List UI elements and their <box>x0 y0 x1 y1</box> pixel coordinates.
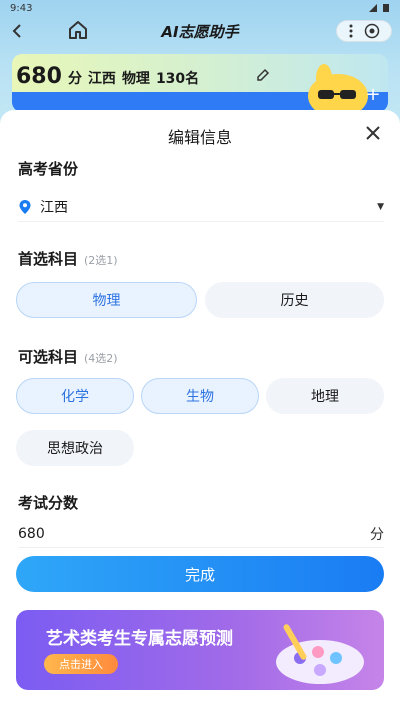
chip-politics[interactable]: 思想政治 <box>16 430 134 466</box>
optional-title-text: 可选科目 <box>18 348 79 366</box>
optional-section-title: 可选科目 (4选2) <box>18 346 118 367</box>
signal-icon <box>369 4 377 12</box>
score-summary: 680 分 江西 物理 130名 <box>16 64 199 89</box>
edit-icon[interactable] <box>256 68 270 82</box>
status-time: 9:43 <box>10 2 33 14</box>
score-input-row: 分 <box>18 520 384 548</box>
close-miniprogram-icon[interactable] <box>364 23 380 39</box>
more-icon[interactable] <box>349 24 353 38</box>
chip-label: 思想政治 <box>47 441 103 457</box>
caret-down-icon: ▼ <box>377 201 384 212</box>
chip-physics[interactable]: 物理 <box>16 282 197 318</box>
done-button[interactable]: 完成 <box>16 556 384 592</box>
battery-icon <box>383 4 389 12</box>
required-title-text: 首选科目 <box>18 250 79 268</box>
required-section-title: 首选科目 (2选1) <box>18 248 118 269</box>
chip-label: 地理 <box>311 389 339 405</box>
score-input[interactable] <box>18 525 370 542</box>
chip-geography[interactable]: 地理 <box>266 378 384 414</box>
optional-hint: (4选2) <box>84 352 118 365</box>
close-icon <box>366 126 380 140</box>
chip-biology[interactable]: 生物 <box>141 378 259 414</box>
province-value: 江西 <box>40 199 68 216</box>
score-value: 680 <box>16 64 62 89</box>
status-bar: 9:43 <box>0 0 400 16</box>
chip-chemistry[interactable]: 化学 <box>16 378 134 414</box>
chip-label: 化学 <box>61 389 89 405</box>
sheet-title: 编辑信息 <box>167 128 232 147</box>
score-input-unit: 分 <box>370 526 384 543</box>
chip-history[interactable]: 历史 <box>205 282 384 318</box>
chip-label: 历史 <box>280 293 309 309</box>
art-student-banner[interactable]: 艺术类考生专属志愿预测 点击进入 <box>16 610 384 690</box>
score-section-title: 考试分数 <box>18 494 79 512</box>
status-icons <box>368 3 390 13</box>
banner-title: 艺术类考生专属志愿预测 <box>46 629 233 649</box>
score-unit: 分 <box>67 71 82 87</box>
province-select[interactable]: 江西 ▼ <box>18 192 384 222</box>
location-pin-icon <box>19 199 31 214</box>
province-section-title: 高考省份 <box>18 160 79 178</box>
paint-palette-icon <box>276 624 364 684</box>
nav-bar: AI志愿助手 <box>0 16 400 46</box>
close-button[interactable] <box>362 122 384 144</box>
score-rank: 130名 <box>155 71 200 87</box>
mini-program-capsule[interactable] <box>336 20 392 42</box>
score-subject: 物理 <box>121 71 150 87</box>
score-province: 江西 <box>87 71 116 87</box>
chip-label: 生物 <box>186 389 214 405</box>
required-hint: (2选1) <box>84 254 118 267</box>
chip-label: 物理 <box>92 293 121 309</box>
edit-info-sheet: 编辑信息 高考省份 江西 ▼ 首选科目 (2选1) 物理 历史 可选科目 (4选2)… <box>0 110 400 710</box>
banner-enter-button[interactable]: 点击进入 <box>44 654 118 674</box>
add-button[interactable]: + <box>362 84 384 106</box>
